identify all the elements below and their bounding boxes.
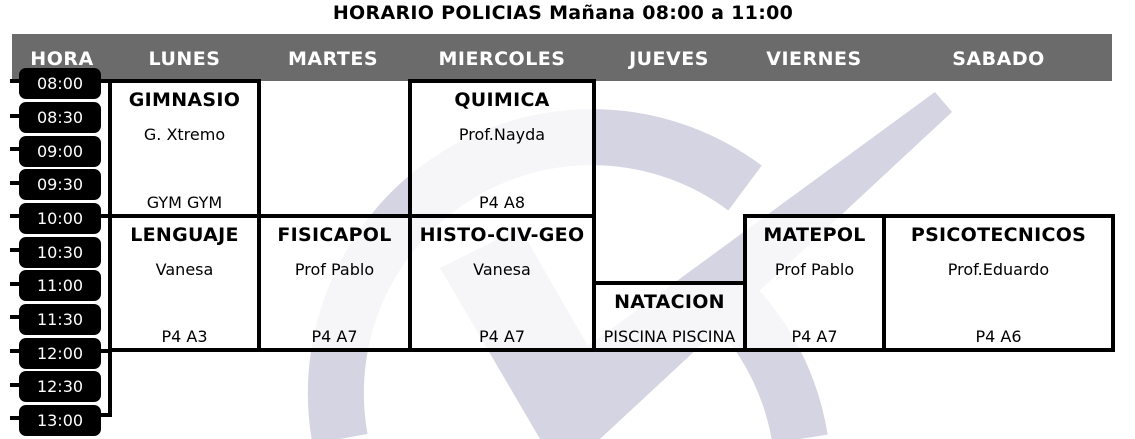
time-label: 09:00 (19, 136, 101, 167)
class-block-histo-civ-geo[interactable]: HISTO-CIV-GEO Vanesa P4 A7 (408, 214, 596, 352)
header-bar: HORA LUNES MARTES MIERCOLES JUEVES VIERN… (12, 34, 1112, 81)
header-viernes: VIERNES (766, 48, 862, 70)
class-room: P4 A7 (311, 327, 358, 346)
class-block-matepol[interactable]: MATEPOL Prof Pablo P4 A7 (743, 214, 886, 352)
time-label: 12:30 (19, 371, 101, 402)
class-block-lenguaje[interactable]: LENGUAJE Vanesa P4 A3 (108, 214, 261, 352)
time-label: 13:00 (19, 405, 101, 436)
header-miercoles: MIERCOLES (438, 48, 566, 70)
class-block-gimnasio[interactable]: GIMNASIO G. Xtremo GYM GYM (108, 79, 261, 218)
time-label: 08:00 (19, 68, 101, 99)
time-label: 10:30 (19, 237, 101, 268)
header-jueves: JUEVES (629, 48, 709, 70)
time-tick (100, 413, 110, 417)
class-teacher: Prof.Eduardo (947, 260, 1050, 279)
time-label: 12:00 (19, 338, 101, 369)
header-martes: MARTES (287, 48, 378, 70)
class-block-fisicapol[interactable]: FISICAPOL Prof Pablo P4 A7 (257, 214, 412, 352)
time-label: 08:30 (19, 102, 101, 133)
class-subject: PSICOTECNICOS (910, 224, 1087, 246)
time-label: 11:30 (19, 304, 101, 335)
time-label: 09:30 (19, 169, 101, 200)
time-label: 10:00 (19, 203, 101, 234)
class-room: P4 A8 (478, 193, 526, 212)
class-subject: GIMNASIO (128, 89, 241, 111)
class-teacher: Vanesa (155, 260, 214, 279)
class-room: PISCINA PISCINA (603, 327, 736, 346)
header-hora: HORA (30, 48, 94, 70)
time-label: 11:00 (19, 270, 101, 301)
class-teacher: G. Xtremo (143, 125, 226, 144)
class-subject: LENGUAJE (130, 224, 239, 246)
class-teacher: Vanesa (473, 260, 531, 279)
header-sabado: SABADO (952, 48, 1045, 70)
class-subject: MATEPOL (763, 224, 866, 246)
class-subject: HISTO-CIV-GEO (419, 224, 585, 246)
class-teacher: Prof Pablo (294, 260, 375, 279)
class-room: P4 A6 (975, 327, 1022, 346)
class-room: P4 A3 (161, 327, 208, 346)
class-block-natacion[interactable]: NATACION PISCINA PISCINA (592, 281, 747, 352)
class-teacher: Prof Pablo (774, 260, 855, 279)
class-block-quimica[interactable]: QUIMICA Prof.Nayda P4 A8 (408, 79, 596, 218)
class-subject: QUIMICA (454, 89, 550, 111)
class-teacher: Prof.Nayda (458, 125, 546, 144)
class-room: P4 A7 (478, 327, 526, 346)
class-room: P4 A7 (791, 327, 838, 346)
class-block-psicotecnicos[interactable]: PSICOTECNICOS Prof.Eduardo P4 A6 (882, 214, 1115, 352)
class-subject: NATACION (614, 291, 725, 313)
class-subject: FISICAPOL (277, 224, 392, 246)
header-lunes: LUNES (148, 48, 221, 70)
class-room: GYM GYM (146, 193, 223, 212)
